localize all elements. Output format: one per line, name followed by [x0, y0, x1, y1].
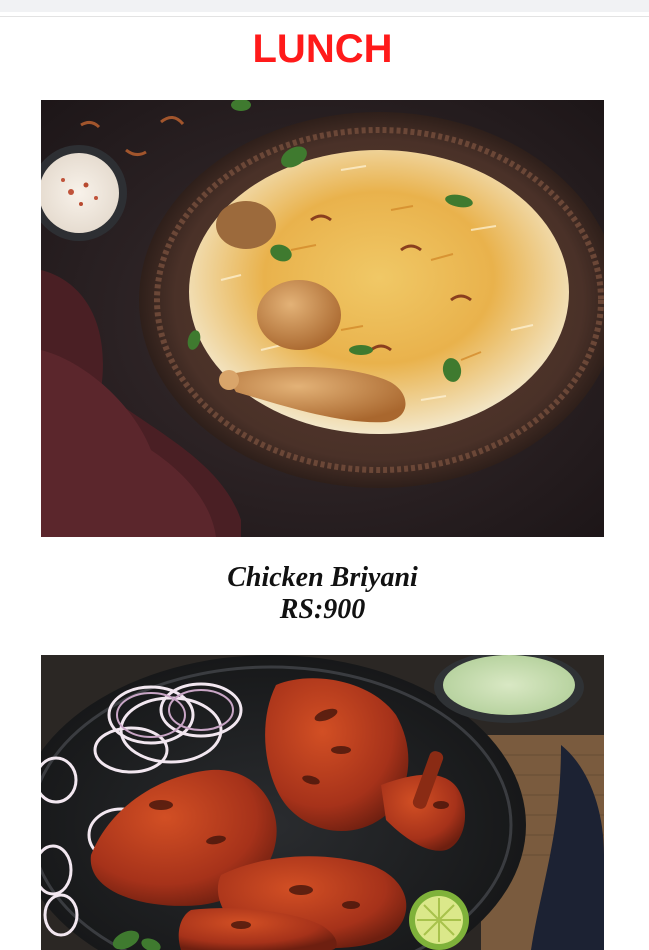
divider: [0, 16, 649, 17]
tandoori-chicken-photo: [41, 655, 604, 950]
browser-top-strip: [0, 0, 649, 12]
biryani-photo: [41, 100, 604, 537]
dish-name: Chicken Briyani: [227, 562, 418, 593]
page-title: LUNCH: [252, 27, 393, 71]
dish-price: RS:900: [279, 594, 366, 625]
dish-caption: Chicken Briyani RS:900: [0, 562, 645, 626]
